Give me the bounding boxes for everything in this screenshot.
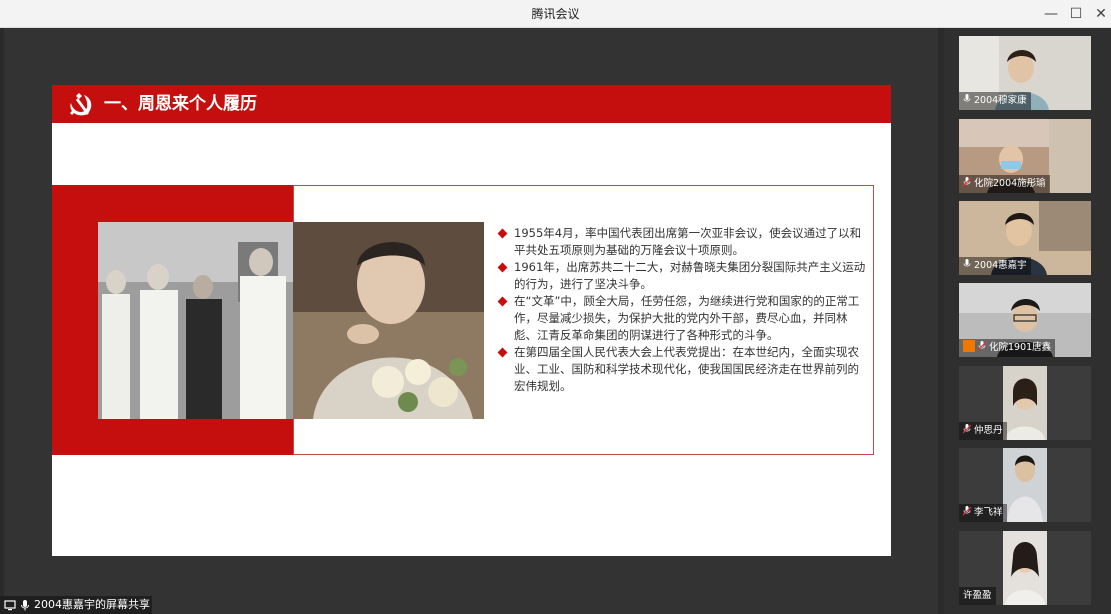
hammer-sickle-icon bbox=[70, 93, 92, 116]
presentation-slide: 一、周恩来个人履历 1955年4月，率中国代表团出席第一次亚非会议，使会议通过了… bbox=[52, 85, 891, 556]
mic-icon bbox=[963, 94, 971, 102]
list-item: 在“文革”中，顾全大局，任劳任怨，为继续进行党和国家的的正常工作，尽量减少损失，… bbox=[496, 293, 866, 344]
screen-share-icon bbox=[4, 600, 16, 611]
bullet-text: 在“文革”中，顾全大局，任劳任怨，为继续进行党和国家的的正常工作，尽量减少损失，… bbox=[514, 294, 860, 342]
list-item: 在第四届全国人民代表大会上代表党提出：在本世纪内，全面实现农业、工业、国防和科学… bbox=[496, 344, 866, 395]
list-item: 1955年4月，率中国代表团出席第一次亚非会议，使会议通过了以和平共处五项原则为… bbox=[496, 225, 866, 259]
participant-name: 化院2004施彤瑜 bbox=[974, 178, 1046, 189]
participant-name: 许盈盈 bbox=[963, 590, 992, 601]
participant-tile[interactable]: 李飞祥 bbox=[959, 448, 1091, 522]
history-bullet-list: 1955年4月，率中国代表团出席第一次亚非会议，使会议通过了以和平共处五项原则为… bbox=[496, 225, 866, 395]
shared-screen-area: 一、周恩来个人履历 1955年4月，率中国代表团出席第一次亚非会议，使会议通过了… bbox=[4, 28, 938, 614]
participant-tile[interactable]: 化院2004施彤瑜 bbox=[959, 119, 1091, 193]
close-button[interactable]: ✕ bbox=[1086, 0, 1111, 28]
participant-name-bar: 2004穆家康 bbox=[959, 92, 1031, 110]
participant-name: 2004惠嘉宇 bbox=[974, 260, 1027, 271]
window-title: 腾讯会议 bbox=[531, 7, 580, 21]
participant-name: 李飞祥 bbox=[974, 507, 1003, 518]
participant-tile[interactable]: 2004穆家康 bbox=[959, 36, 1091, 110]
participant-panel: 2004穆家康 化院2004施彤瑜 2004惠嘉宇 化院1901唐鑫 仲思丹 李… bbox=[944, 28, 1111, 614]
screen-share-indicator[interactable]: 2004惠嘉宇的屏幕共享 bbox=[0, 596, 152, 614]
mic-muted-icon bbox=[963, 506, 971, 516]
participant-name: 化院1901唐鑫 bbox=[989, 342, 1052, 353]
participant-tile[interactable]: 化院1901唐鑫 bbox=[959, 283, 1091, 357]
mic-muted-icon bbox=[978, 341, 986, 351]
participant-name-bar: 李飞祥 bbox=[959, 504, 1007, 522]
participant-name-bar: 化院2004施彤瑜 bbox=[959, 175, 1050, 193]
host-avatar-icon bbox=[963, 340, 975, 352]
portrait-photo bbox=[293, 222, 484, 419]
bullet-text: 1961年，出席苏共二十二大，对赫鲁晓夫集团分裂国际共产主义运动的行为，进行了坚… bbox=[514, 260, 866, 291]
diamond-bullet-icon bbox=[497, 296, 508, 307]
slide-title: 一、周恩来个人履历 bbox=[104, 94, 257, 114]
participant-tile[interactable]: 仲思丹 bbox=[959, 366, 1091, 440]
participant-name: 2004穆家康 bbox=[974, 95, 1027, 106]
diamond-bullet-icon bbox=[497, 228, 508, 239]
participant-name-bar: 仲思丹 bbox=[959, 422, 1007, 440]
screen-share-label: 2004惠嘉宇的屏幕共享 bbox=[34, 598, 150, 611]
participant-tile[interactable]: 许盈盈 bbox=[959, 531, 1091, 605]
bullet-text: 1955年4月，率中国代表团出席第一次亚非会议，使会议通过了以和平共处五项原则为… bbox=[514, 226, 862, 257]
participant-name: 仲思丹 bbox=[974, 425, 1003, 436]
window-titlebar: 腾讯会议 — ☐ ✕ bbox=[0, 0, 1111, 28]
participant-name-bar: 许盈盈 bbox=[959, 587, 996, 605]
participant-name-bar: 化院1901唐鑫 bbox=[959, 339, 1056, 357]
diamond-bullet-icon bbox=[497, 262, 508, 273]
mic-muted-icon bbox=[963, 177, 971, 187]
participant-tile[interactable]: 2004惠嘉宇 bbox=[959, 201, 1091, 275]
participant-name-bar: 2004惠嘉宇 bbox=[959, 257, 1031, 275]
mic-icon bbox=[21, 600, 29, 611]
mic-muted-icon bbox=[963, 424, 971, 434]
bullet-text: 在第四届全国人民代表大会上代表党提出：在本世纪内，全面实现农业、工业、国防和科学… bbox=[514, 345, 859, 393]
mic-icon bbox=[963, 259, 971, 267]
historical-group-photo bbox=[98, 222, 293, 419]
slide-header: 一、周恩来个人履历 bbox=[52, 85, 891, 123]
list-item: 1961年，出席苏共二十二大，对赫鲁晓夫集团分裂国际共产主义运动的行为，进行了坚… bbox=[496, 259, 866, 293]
diamond-bullet-icon bbox=[497, 347, 508, 358]
